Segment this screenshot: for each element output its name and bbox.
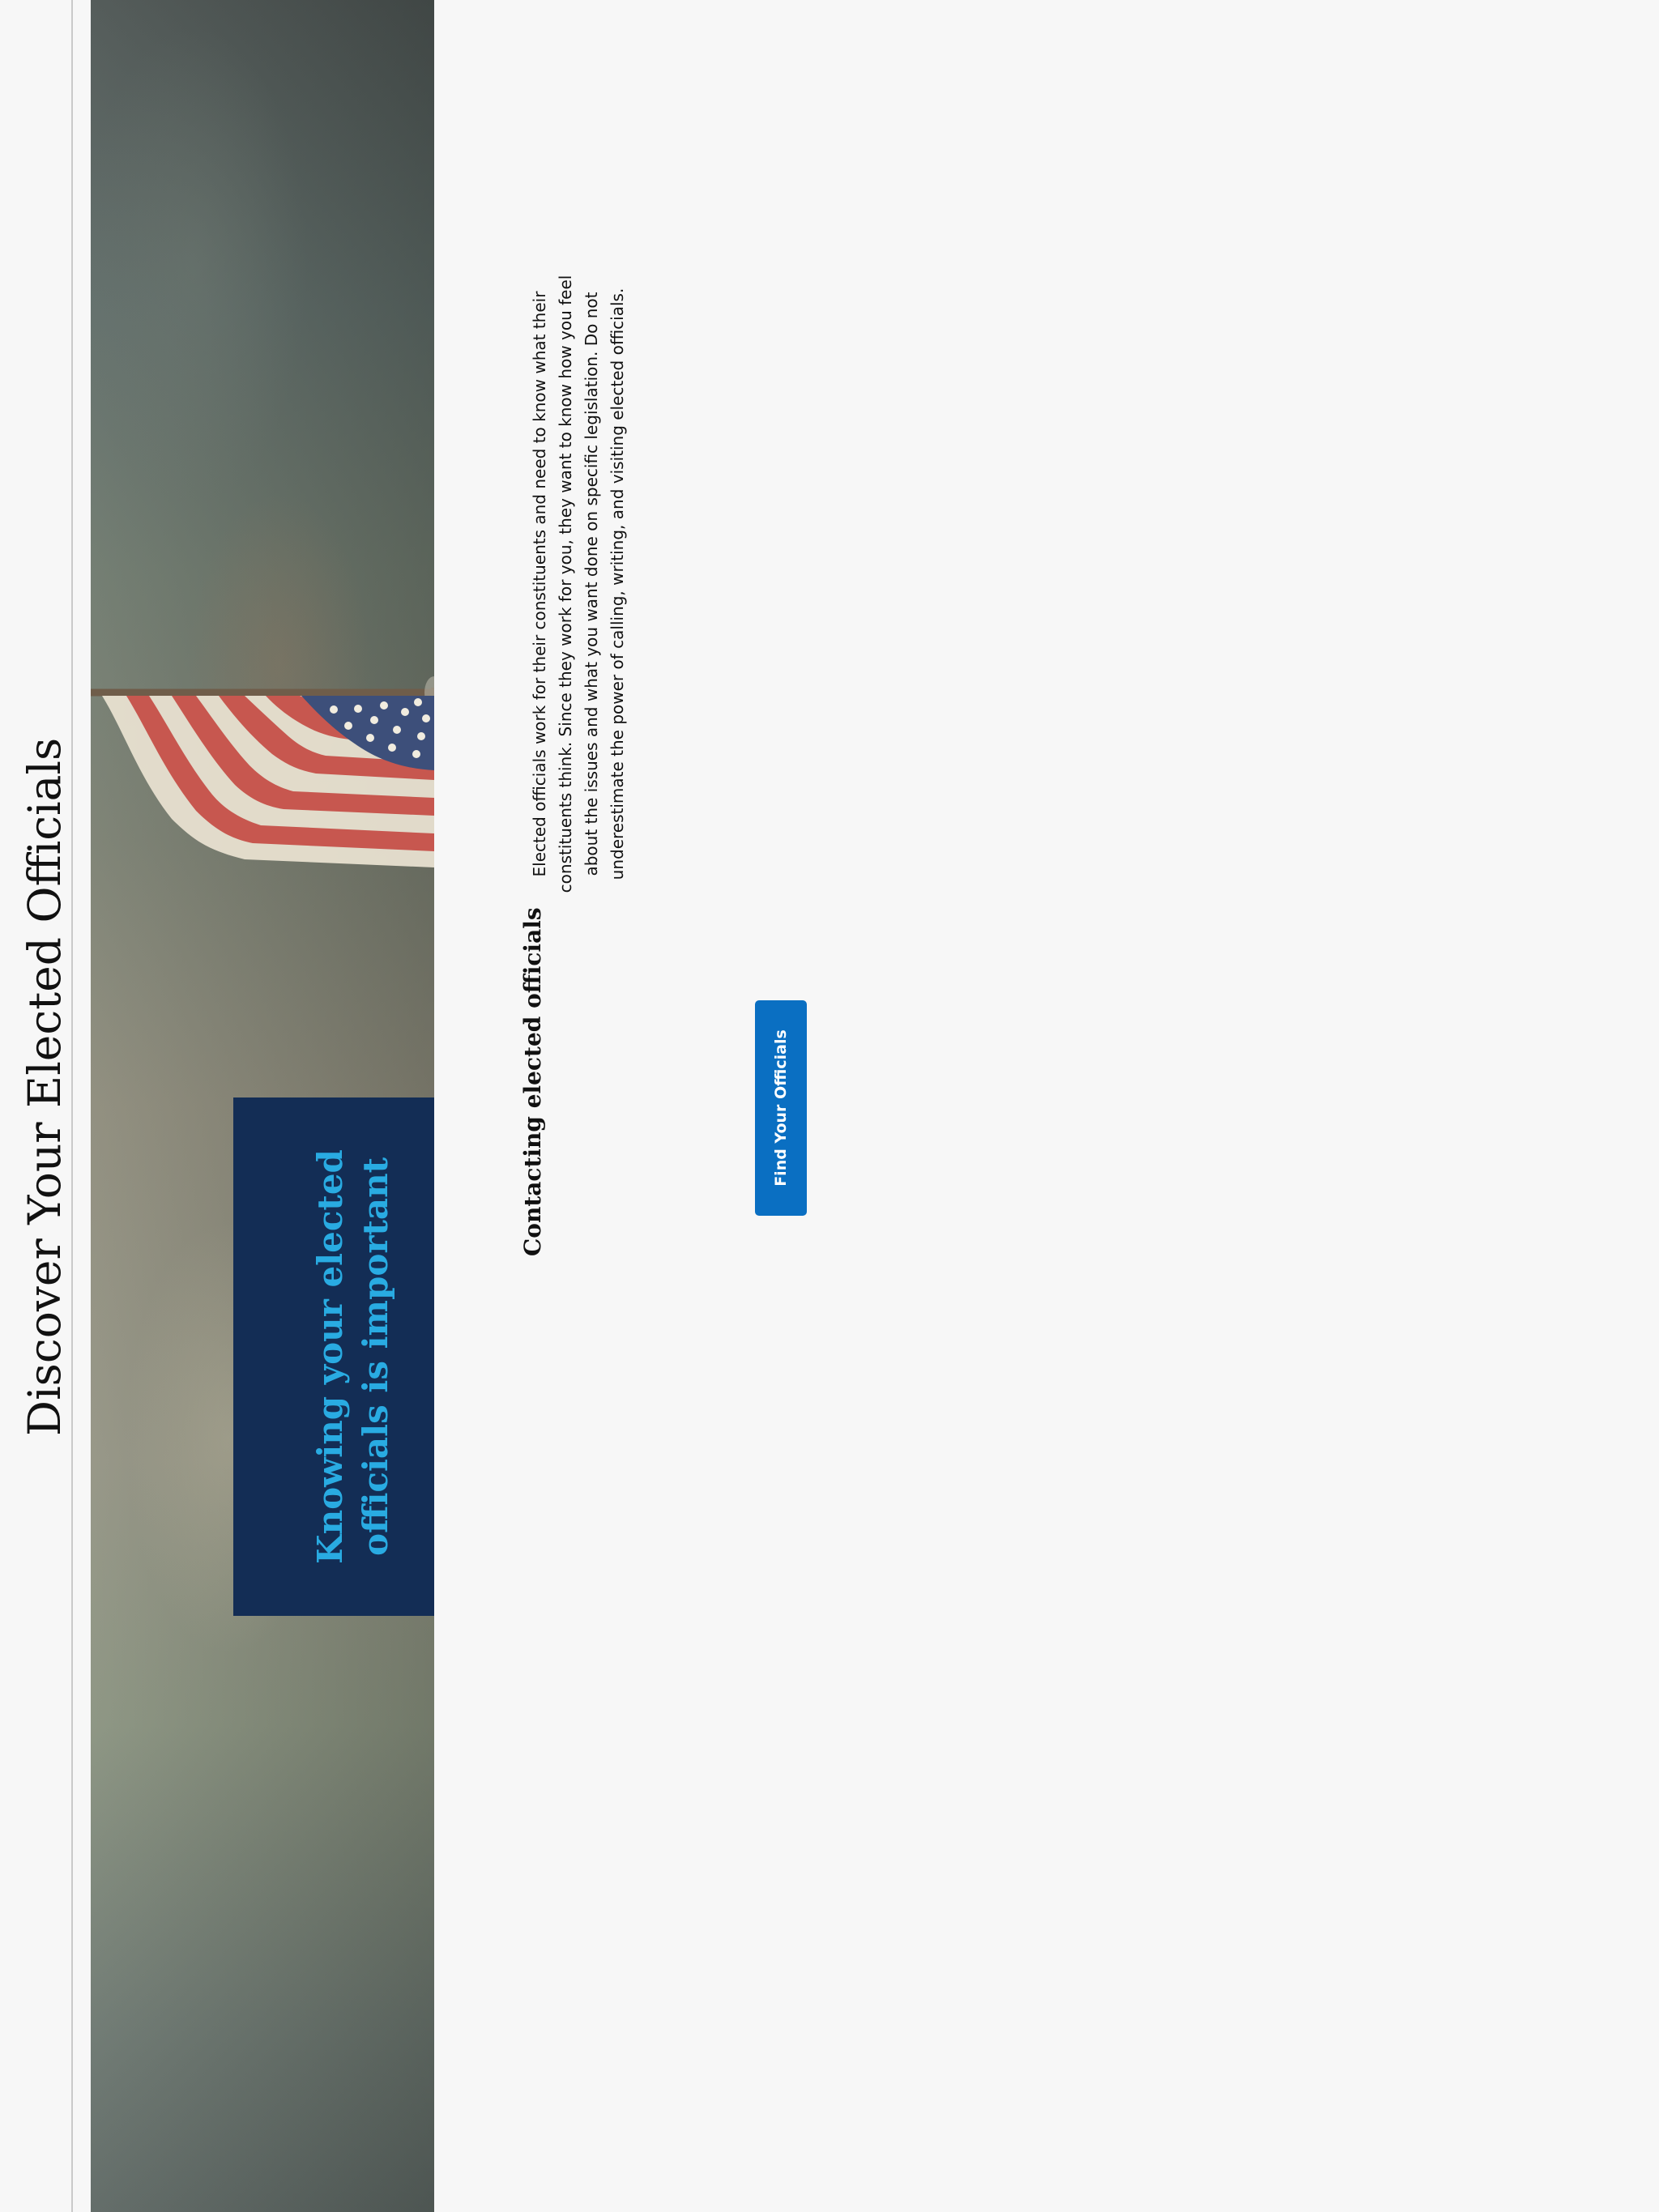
american-flag-image xyxy=(91,676,434,867)
find-your-officials-button[interactable]: Find Your Officials xyxy=(755,1000,807,1216)
hero-callout-heading: Knowing your elected officials is import… xyxy=(310,1149,395,1564)
section-heading: Contacting elected officials xyxy=(519,907,546,1256)
title-divider xyxy=(71,0,73,2212)
section-body-text: Elected officials work for their constit… xyxy=(530,275,627,893)
page-canvas: Discover Your Elected Officials Knowing … xyxy=(0,0,1659,2212)
hero-callout: Knowing your elected officials is import… xyxy=(233,1097,434,1616)
page-title: Discover Your Elected Officials xyxy=(19,737,70,1436)
hero-banner: Knowing your elected officials is import… xyxy=(91,0,434,2212)
